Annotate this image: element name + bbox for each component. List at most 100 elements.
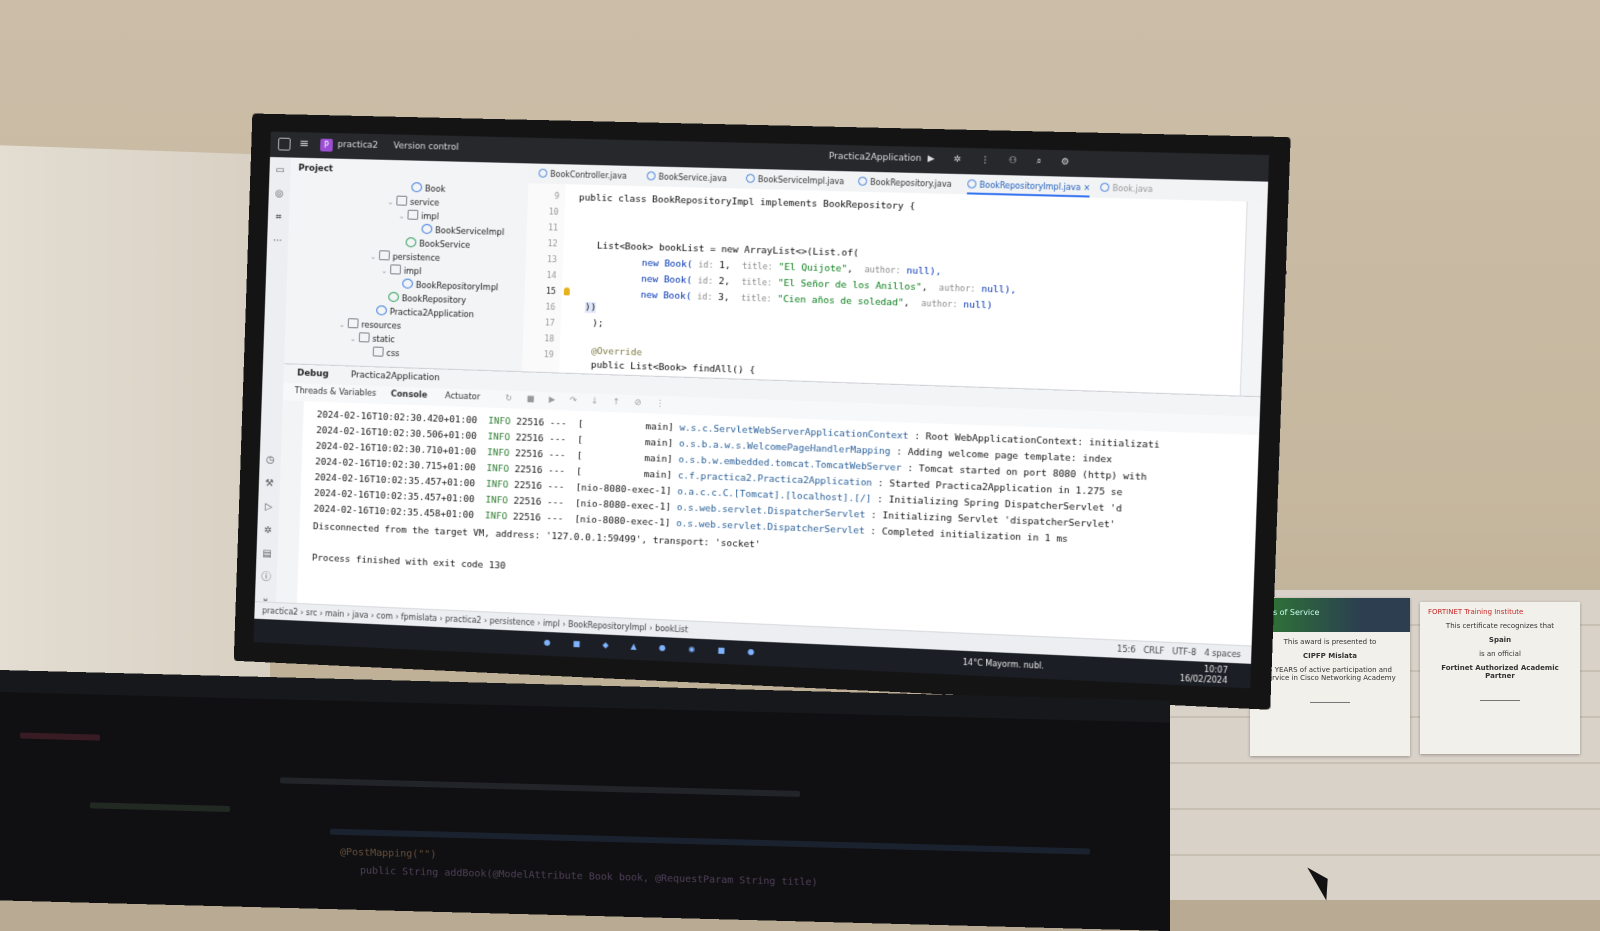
commit-icon[interactable]: ◎	[273, 188, 285, 200]
line-number: 16	[545, 302, 556, 313]
status-indicators[interactable]: 15:6 CRLF UTF-8 4 spaces	[1117, 645, 1241, 660]
line-number: 17	[544, 318, 556, 329]
line-number: 11	[547, 223, 559, 234]
ide-logo-icon[interactable]	[277, 137, 291, 151]
signature	[1310, 688, 1350, 703]
ide-window: ≡ P practica2 Version control Practica2A…	[253, 131, 1270, 689]
code-line-12: List<Book> bookList = new ArrayList<>(Li…	[596, 240, 859, 260]
laptop-blur-code: @PostMapping("")	[340, 846, 437, 861]
folder-icon	[378, 250, 390, 261]
debug-session-tab[interactable]: Practica2Application	[351, 370, 440, 383]
tree-item[interactable]: ⌄ impl	[381, 264, 422, 277]
line-ending[interactable]: CRLF	[1143, 646, 1164, 656]
class-icon	[376, 305, 388, 316]
taskbar-clock[interactable]: 10:07 16/02/2024	[1179, 664, 1228, 687]
tree-item[interactable]: BookService	[405, 237, 470, 251]
debug-title[interactable]: Debug	[297, 369, 329, 380]
chevron-down-icon: ⌄	[370, 252, 377, 261]
interface-icon	[388, 291, 400, 303]
certificate-line: 5 YEARS of active participation and serv…	[1264, 666, 1396, 682]
chevron-down-icon: ⌄	[398, 212, 405, 221]
certificate-cisco: Years of Service This award is presented…	[1250, 598, 1410, 756]
terminal-icon[interactable]: ▤	[261, 548, 273, 560]
line-number: 18	[544, 334, 555, 345]
debug-icon[interactable]: ✲	[262, 525, 274, 537]
console-toolbar-icons[interactable]: ↻ ■ ▶ ↷ ↓ ↑ ⊘ ⋮	[505, 393, 670, 409]
line-number: 15	[545, 286, 557, 298]
certificate-band: FORTINET Training Institute	[1428, 608, 1524, 616]
line-number: 14	[546, 270, 557, 282]
class-icon	[967, 179, 977, 189]
class-icon	[745, 173, 756, 183]
folder-icon[interactable]: ▭	[274, 165, 286, 177]
file-encoding[interactable]: UTF-8	[1172, 647, 1196, 657]
structure-icon[interactable]: ⌗	[273, 212, 285, 224]
problems-icon[interactable]: ⓘ	[260, 572, 272, 584]
certificate-line: is an official	[1479, 650, 1521, 658]
line-number: 19	[543, 350, 554, 361]
tree-item[interactable]: BookRepository	[388, 291, 466, 306]
laptop-blur-line	[330, 828, 1090, 855]
tab-book-repository[interactable]: BookRepository.java	[857, 176, 952, 189]
tab-book-controller[interactable]: BookController.java	[538, 168, 627, 181]
tree-item[interactable]: css	[372, 346, 400, 359]
chevron-down-icon: ⌄	[387, 198, 394, 207]
services-icon[interactable]: ◷	[264, 455, 276, 467]
code-line-16: );	[592, 317, 604, 330]
folder-icon	[396, 195, 408, 206]
code-line-15: ))	[584, 301, 597, 314]
toolbar-icons[interactable]: ▶ ✲ ⋮ ⚇ ⌕ ⚙	[927, 154, 1077, 168]
project-panel: Project Book ⌄ service ⌄ impl BookServiceI…	[284, 157, 531, 372]
folder-icon	[389, 264, 401, 275]
project-selector[interactable]: practica2	[337, 140, 378, 151]
tree-item[interactable]: Practica2Application	[376, 305, 474, 320]
tree-item[interactable]: ⌄ impl	[399, 209, 439, 222]
weather-widget[interactable]: 14°C Mayorm. nubl.	[963, 658, 1045, 671]
project-panel-title[interactable]: Project	[298, 164, 333, 175]
cursor-position[interactable]: 15:6	[1117, 645, 1136, 655]
version-control-menu[interactable]: Version control	[393, 141, 458, 152]
lightbulb-icon[interactable]	[563, 287, 570, 296]
tree-item[interactable]: BookServiceImpl	[421, 223, 504, 238]
tree-item[interactable]: Book	[411, 182, 446, 195]
folder-icon	[347, 318, 359, 329]
class-icon	[411, 182, 423, 193]
hamburger-menu-icon[interactable]: ≡	[299, 136, 309, 150]
foreground-laptop: @PostMapping("") public String addBook(@…	[0, 670, 1170, 931]
line-number: 9	[554, 191, 560, 202]
tree-item[interactable]: ⌄ persistence	[370, 250, 440, 264]
tab-book-service-impl[interactable]: BookServiceImpl.java	[745, 173, 845, 186]
run-icon[interactable]: ▷	[263, 502, 275, 514]
certificate-line: CIPFP Mislata	[1303, 652, 1357, 660]
tab-console[interactable]: Console	[391, 389, 428, 400]
folder-icon	[358, 332, 370, 343]
tree-item[interactable]: ⌄ service	[387, 195, 440, 209]
build-icon[interactable]: ⚒	[263, 478, 275, 490]
interface-icon	[405, 237, 417, 248]
laptop-blur-line	[20, 732, 100, 741]
monitor: ≡ P practica2 Version control Practica2A…	[233, 113, 1291, 710]
more-icon[interactable]: ⋯	[272, 235, 284, 247]
tab-threads-variables[interactable]: Threads & Variables	[294, 386, 376, 399]
tab-book[interactable]: Book.java	[1099, 182, 1153, 194]
indent-setting[interactable]: 4 spaces	[1204, 648, 1241, 659]
tab-book-service[interactable]: BookService.java	[646, 171, 727, 183]
project-badge[interactable]: P	[320, 138, 333, 152]
folder-icon	[407, 209, 419, 220]
tab-actuator[interactable]: Actuator	[445, 391, 481, 402]
tree-item[interactable]: ⌄ static	[350, 332, 395, 345]
chevron-down-icon: ⌄	[381, 267, 388, 276]
code-editor[interactable]: 9 10 11 12 13 14 15 16 17 18 19 public c…	[521, 183, 1247, 396]
laptop-blur-line	[280, 777, 800, 797]
exit-message: Process finished with exit code 130	[311, 552, 506, 572]
interface-icon	[857, 176, 868, 186]
signature	[1480, 686, 1520, 701]
tree-item[interactable]: ⌄ resources	[339, 318, 401, 332]
taskbar-app-icons[interactable]: ● ■ ◆ ▲ ● ◉ ■ ●	[544, 638, 765, 657]
run-config-selector[interactable]: Practica2Application	[829, 152, 922, 164]
code-line-9: public class BookRepositoryImpl implemen…	[578, 192, 916, 213]
folder-icon	[372, 346, 384, 357]
certificate-line: This award is presented to	[1283, 638, 1377, 646]
certificate-fortinet: FORTINET Training Institute This certifi…	[1420, 602, 1580, 754]
tree-item[interactable]: BookRepositoryImpl	[402, 278, 498, 293]
